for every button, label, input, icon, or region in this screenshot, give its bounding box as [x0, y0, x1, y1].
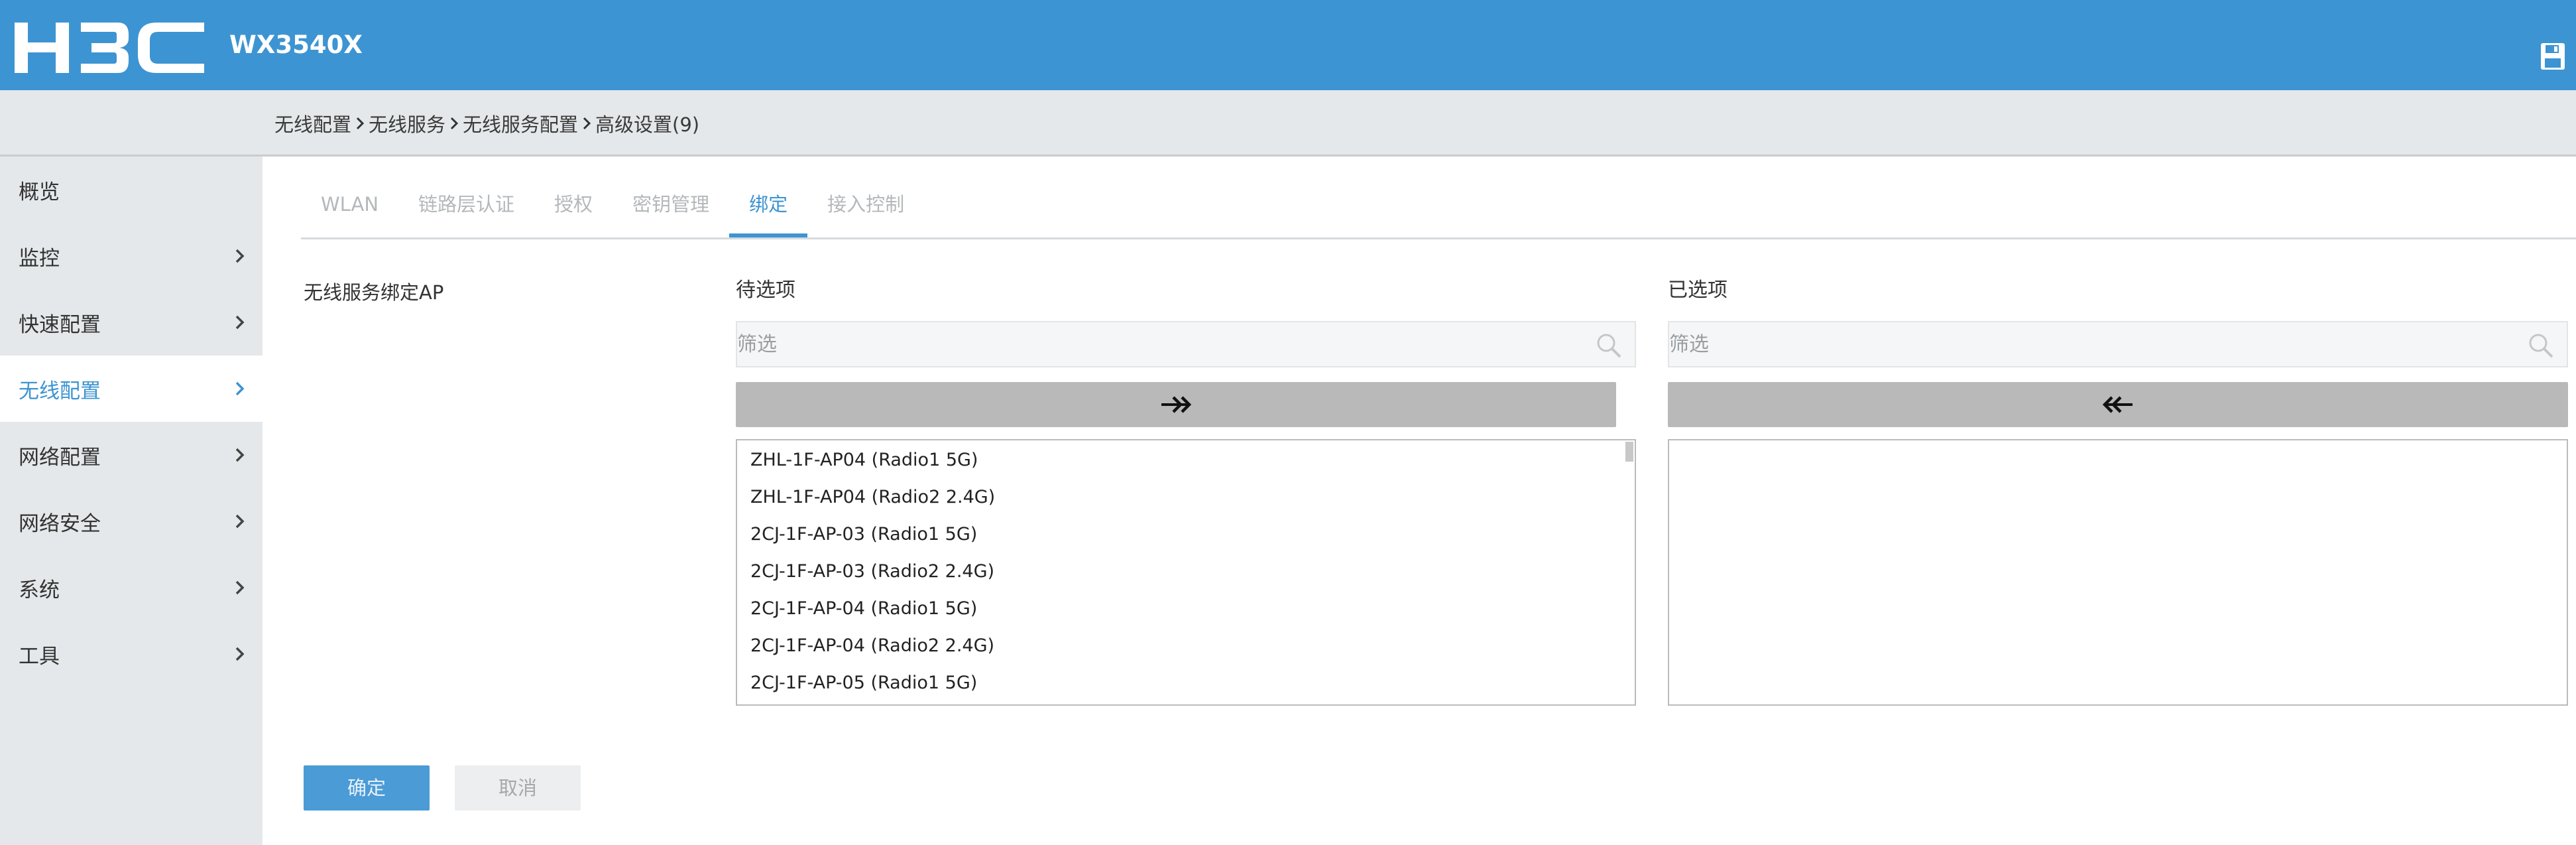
chevron-right-icon — [235, 249, 245, 263]
scrollbar-thumb[interactable] — [1625, 442, 1633, 462]
sidebar-item-wireless-config[interactable]: 无线配置 — [0, 356, 263, 422]
device-model: WX3540X — [229, 31, 363, 59]
add-selected-button[interactable] — [736, 382, 1616, 427]
tab-wlan[interactable]: WLAN — [301, 179, 398, 239]
tab-key-management[interactable]: 密钥管理 — [613, 179, 729, 239]
list-item[interactable]: ZHL-1F-AP04 (Radio1 5G) — [737, 442, 1635, 479]
search-icon — [2529, 334, 2553, 358]
list-item[interactable]: ZHL-1F-AP04 (Radio2 2.4G) — [737, 479, 1635, 516]
sidebar-item-label: 概览 — [19, 180, 60, 204]
sidebar-item-tools[interactable]: 工具 — [0, 621, 263, 687]
chevron-right-icon — [450, 117, 459, 130]
chevron-right-icon — [235, 381, 245, 396]
save-icon[interactable] — [2540, 42, 2565, 70]
remove-selected-button[interactable] — [1668, 382, 2568, 427]
chevron-right-icon — [235, 448, 245, 462]
list-item[interactable]: 2CJ-1F-AP-05 (Radio1 5G) — [737, 665, 1635, 702]
breadcrumb-bar: 无线配置 无线服务 无线服务配置 高级设置(9) — [0, 90, 2576, 157]
selected-filter — [1668, 321, 2568, 367]
chevron-right-icon — [235, 315, 245, 330]
breadcrumb-item-wireless-service-config[interactable]: 无线服务配置 — [463, 109, 578, 137]
breadcrumb-item-wireless-service[interactable]: 无线服务 — [369, 109, 445, 137]
tab-access-control[interactable]: 接入控制 — [807, 179, 924, 239]
chevron-right-icon — [356, 117, 365, 130]
cancel-button[interactable]: 取消 — [455, 765, 581, 811]
list-item[interactable]: 2CJ-1F-AP-03 (Radio2 2.4G) — [737, 553, 1635, 590]
double-arrow-left-icon — [2102, 396, 2133, 413]
top-header: WX3540X — [0, 0, 2576, 90]
tab-binding[interactable]: 绑定 — [729, 179, 808, 239]
selected-filter-input[interactable] — [1669, 322, 2567, 366]
bind-ap-label: 无线服务绑定AP — [304, 281, 444, 304]
sidebar-item-label: 无线配置 — [19, 379, 101, 403]
breadcrumb: 无线配置 无线服务 无线服务配置 高级设置(9) — [274, 90, 699, 157]
sidebar-item-overview[interactable]: 概览 — [0, 157, 263, 223]
sidebar-item-network-security[interactable]: 网络安全 — [0, 488, 263, 554]
chevron-right-icon — [235, 647, 245, 661]
available-title: 待选项 — [736, 279, 795, 302]
list-item[interactable]: 2CJ-1F-AP-04 (Radio2 2.4G) — [737, 627, 1635, 665]
sidebar-item-label: 监控 — [19, 246, 60, 271]
chevron-right-icon — [235, 580, 245, 595]
double-arrow-right-icon — [1161, 396, 1192, 413]
list-item[interactable]: 2CJ-1F-AP-04 (Radio1 5G) — [737, 590, 1635, 627]
sidebar-item-label: 系统 — [19, 578, 60, 602]
tab-link-layer-auth[interactable]: 链路层认证 — [398, 179, 534, 239]
sidebar-item-label: 网络安全 — [19, 511, 101, 536]
h3c-logo — [15, 23, 204, 73]
selected-title: 已选项 — [1668, 279, 1727, 302]
ok-button[interactable]: 确定 — [304, 765, 430, 811]
available-list[interactable]: ZHL-1F-AP04 (Radio1 5G) ZHL-1F-AP04 (Rad… — [736, 439, 1636, 706]
tab-bar: WLAN 链路层认证 授权 密钥管理 绑定 接入控制 — [301, 179, 924, 239]
tab-divider — [301, 237, 2576, 239]
available-filter — [736, 321, 1636, 367]
sidebar-item-label: 快速配置 — [19, 312, 101, 337]
sidebar-item-label: 网络配置 — [19, 445, 101, 470]
breadcrumb-item-wireless-config[interactable]: 无线配置 — [274, 109, 351, 137]
sidebar-item-monitor[interactable]: 监控 — [0, 223, 263, 289]
sidebar-item-label: 工具 — [19, 644, 60, 669]
sidebar-item-system[interactable]: 系统 — [0, 554, 263, 621]
sidebar: 概览 监控 快速配置 无线配置 网络配置 网络安全 系统 工具 — [0, 157, 263, 845]
chevron-right-icon — [235, 514, 245, 529]
list-item[interactable]: 2CJ-1F-AP-03 (Radio1 5G) — [737, 516, 1635, 553]
available-filter-input[interactable] — [737, 322, 1635, 366]
breadcrumb-item-advanced-settings: 高级设置(9) — [595, 113, 700, 136]
chevron-right-icon — [583, 117, 591, 130]
sidebar-item-quick-config[interactable]: 快速配置 — [0, 289, 263, 356]
search-icon — [1597, 334, 1621, 358]
sidebar-item-network-config[interactable]: 网络配置 — [0, 422, 263, 488]
tab-authorization[interactable]: 授权 — [534, 179, 613, 239]
selected-list[interactable] — [1668, 439, 2568, 706]
